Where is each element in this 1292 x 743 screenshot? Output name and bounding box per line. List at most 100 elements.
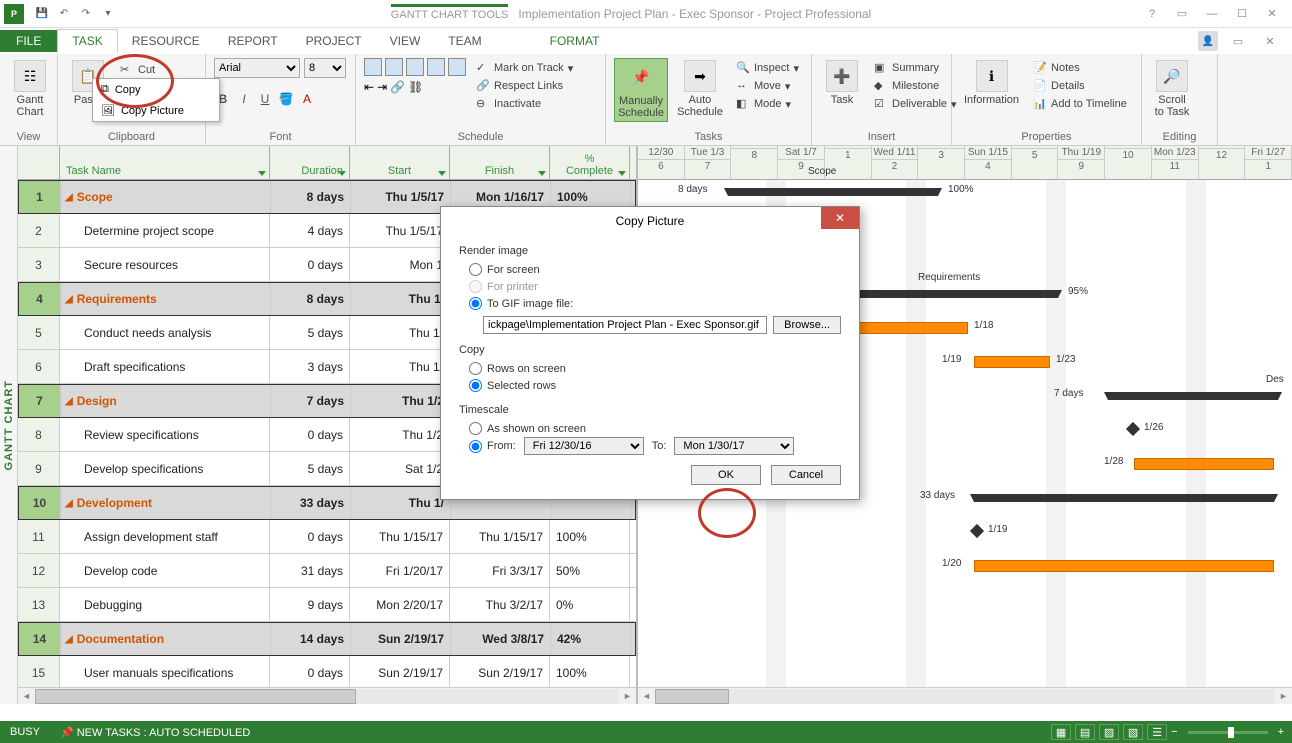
pct-100-icon[interactable]	[448, 58, 466, 76]
row-number[interactable]: 14	[19, 623, 61, 655]
browse-button[interactable]: Browse...	[773, 316, 841, 334]
milestone-button[interactable]: ◆Milestone	[870, 78, 961, 94]
tab-view[interactable]: VIEW	[376, 30, 435, 52]
cell-finish[interactable]: Wed 3/8/17	[451, 623, 551, 655]
window-restore-icon[interactable]: ▭	[1226, 32, 1250, 50]
to-gif-radio[interactable]: To GIF image file:	[459, 295, 841, 312]
cell-task-name[interactable]: User manuals specifications	[60, 656, 270, 689]
cell-duration[interactable]: 5 days	[270, 316, 350, 349]
mark-on-track-button[interactable]: ✓Mark on Track ▾	[472, 60, 577, 76]
cell-task-name[interactable]: Determine project scope	[60, 214, 270, 247]
collapse-icon[interactable]: ◢	[65, 396, 73, 407]
fill-color-button[interactable]: 🪣	[277, 90, 295, 108]
collapse-icon[interactable]: ◢	[65, 192, 73, 203]
cell-duration[interactable]: 8 days	[271, 181, 351, 213]
table-row[interactable]: 11Assign development staff0 daysThu 1/15…	[18, 520, 636, 554]
copy-menu-copy-picture[interactable]: 🖼Copy Picture	[93, 100, 219, 121]
indent-icon[interactable]: ⇥	[377, 80, 387, 94]
cell-start[interactable]: Thu 1/15/17	[350, 520, 450, 553]
close-icon[interactable]: ✕	[1260, 5, 1284, 23]
row-number[interactable]: 12	[18, 554, 60, 587]
maximize-icon[interactable]: ☐	[1230, 5, 1254, 23]
gif-path-input[interactable]	[483, 316, 767, 334]
font-name-select[interactable]: Arial	[214, 58, 300, 78]
row-number[interactable]: 6	[18, 350, 60, 383]
tab-file[interactable]: FILE	[0, 30, 57, 52]
font-size-select[interactable]: 8	[304, 58, 346, 78]
cell-start[interactable]: Thu 1/	[350, 316, 450, 349]
row-number[interactable]: 5	[18, 316, 60, 349]
cell-start[interactable]: Thu 1/5/17	[350, 214, 450, 247]
cell-start[interactable]: Mon 2/20/17	[350, 588, 450, 621]
for-printer-radio[interactable]: For printer	[459, 278, 841, 295]
undo-icon[interactable]: ↶	[56, 6, 72, 22]
table-row[interactable]: 15User manuals specifications0 daysSun 2…	[18, 656, 636, 690]
view-usage-icon[interactable]: ▤	[1075, 724, 1095, 740]
scroll-left-icon[interactable]: ◄	[18, 689, 35, 704]
row-number[interactable]: 4	[19, 283, 61, 315]
cell-start[interactable]: Thu 1/	[351, 487, 451, 519]
cell-start[interactable]: Thu 1/2	[350, 418, 450, 451]
cut-button[interactable]: ✂Cut	[116, 62, 189, 78]
cell-pct[interactable]: 42%	[551, 623, 631, 655]
gantt-hscroll[interactable]: ◄ ►	[638, 687, 1292, 704]
as-shown-radio[interactable]: As shown on screen	[459, 420, 841, 437]
save-icon[interactable]: 💾	[34, 6, 50, 22]
tab-project[interactable]: PROJECT	[292, 30, 376, 52]
cell-task-name[interactable]: Conduct needs analysis	[60, 316, 270, 349]
task-bar[interactable]	[1134, 458, 1274, 470]
selected-rows-radio[interactable]: Selected rows	[459, 377, 841, 394]
view-calendar-icon[interactable]: ▧	[1123, 724, 1143, 740]
collapse-icon[interactable]: ◢	[65, 634, 73, 645]
cell-finish[interactable]: Thu 3/2/17	[450, 588, 550, 621]
cell-task-name[interactable]: Debugging	[60, 588, 270, 621]
zoom-slider[interactable]	[1188, 731, 1268, 734]
cell-start[interactable]: Sun 2/19/17	[351, 623, 451, 655]
table-row[interactable]: 12Develop code31 daysFri 1/20/17Fri 3/3/…	[18, 554, 636, 588]
tab-report[interactable]: REPORT	[214, 30, 292, 52]
cell-start[interactable]: Sun 2/19/17	[350, 656, 450, 689]
from-date-select[interactable]: Fri 12/30/16	[524, 437, 644, 455]
cell-start[interactable]: Thu 1/	[351, 283, 451, 315]
milestone[interactable]	[1126, 422, 1140, 436]
row-header-corner[interactable]	[18, 146, 60, 179]
tab-task[interactable]: TASK	[57, 29, 117, 53]
add-to-timeline-button[interactable]: 📊Add to Timeline	[1029, 96, 1131, 112]
underline-button[interactable]: U	[256, 90, 274, 108]
dialog-close-button[interactable]: ✕	[821, 207, 859, 229]
row-number[interactable]: 13	[18, 588, 60, 621]
summary-bar-design[interactable]	[1108, 392, 1278, 400]
cell-duration[interactable]: 0 days	[270, 656, 350, 689]
font-color-button[interactable]: A	[298, 90, 316, 108]
for-screen-radio[interactable]: For screen	[459, 261, 841, 278]
deliverable-button[interactable]: ☑Deliverable ▾	[870, 96, 961, 112]
cell-start[interactable]: Thu 1/5/17	[351, 181, 451, 213]
cell-task-name[interactable]: ◢Documentation	[61, 623, 271, 655]
cell-pct[interactable]: 50%	[550, 554, 630, 587]
cell-duration[interactable]: 14 days	[271, 623, 351, 655]
cell-duration[interactable]: 5 days	[270, 452, 350, 485]
row-number[interactable]: 11	[18, 520, 60, 553]
cell-duration[interactable]: 3 days	[270, 350, 350, 383]
tab-resource[interactable]: RESOURCE	[118, 30, 214, 52]
details-button[interactable]: 📄Details	[1029, 78, 1131, 94]
cell-pct[interactable]: 100%	[550, 656, 630, 689]
cell-task-name[interactable]: ◢Scope	[61, 181, 271, 213]
ribbon-min-icon[interactable]: ▭	[1170, 5, 1194, 23]
cell-duration[interactable]: 0 days	[270, 248, 350, 281]
cell-finish[interactable]: Sun 2/19/17	[450, 656, 550, 689]
cell-task-name[interactable]: ◢Design	[61, 385, 271, 417]
help-icon[interactable]: ?	[1140, 5, 1164, 23]
pct-0-icon[interactable]	[364, 58, 382, 76]
col-task-name[interactable]: Task Name	[60, 146, 270, 179]
cell-duration[interactable]: 0 days	[270, 520, 350, 553]
view-network-icon[interactable]: ▨	[1099, 724, 1119, 740]
cell-duration[interactable]: 8 days	[271, 283, 351, 315]
cell-duration[interactable]: 31 days	[270, 554, 350, 587]
cell-duration[interactable]: 7 days	[271, 385, 351, 417]
cell-task-name[interactable]: Review specifications	[60, 418, 270, 451]
pct-50-icon[interactable]	[406, 58, 424, 76]
summary-bar-scope[interactable]	[728, 188, 938, 196]
from-radio[interactable]: From:	[469, 438, 516, 455]
task-bar[interactable]	[974, 560, 1274, 572]
